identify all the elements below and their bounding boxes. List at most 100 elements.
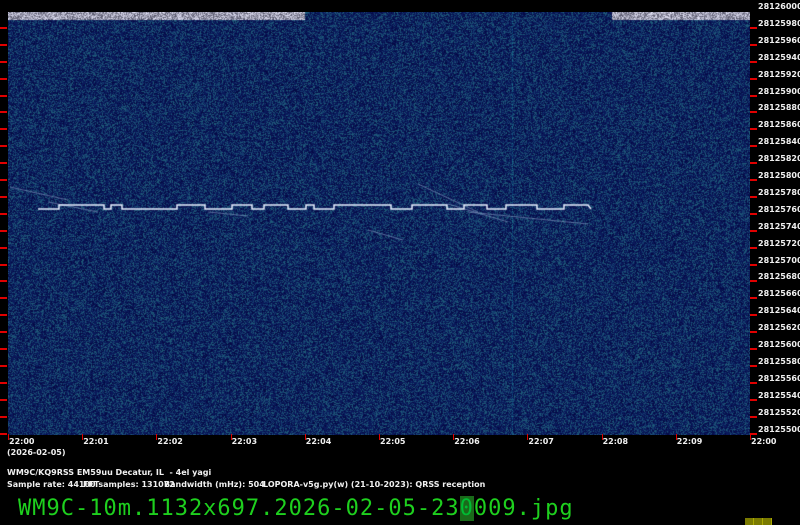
frequency-tick [0,432,7,435]
time-label: 22:03 [231,437,258,446]
time-label: 22:06 [454,437,480,446]
frequency-tick [750,162,757,165]
frequency-label: 28125760 [758,204,800,214]
bandwidth: Bandwidth (mHz): 504 [164,480,265,489]
frequency-label: 28125680 [758,272,800,282]
frequency-tick [750,263,757,266]
frequency-label: 28125580 [758,356,800,366]
frequency-tick [750,145,757,148]
spectrogram-waterfall [8,12,750,435]
frequency-label: 28125660 [758,289,800,299]
time-label: 22:09 [676,437,703,446]
frequency-tick [0,26,7,29]
time-label: 22:08 [602,437,629,446]
frequency-label: 28125540 [758,390,800,400]
frequency-label: 28125840 [758,137,800,147]
frequency-tick [0,94,7,97]
station-info: WM9C/KQ9RSS EM59uu Decatur, IL - 4el yag… [7,468,212,477]
frequency-tick [0,111,7,114]
frequency-tick [0,145,7,148]
frequency-label: 28125640 [758,306,800,316]
status-box [754,518,763,525]
frequency-label: 28125920 [758,69,800,79]
status-box [763,518,772,525]
filename-prefix: WM9C-10m.1132x697.2026-02-05-23 [18,496,460,521]
time-label: 22:05 [380,437,406,446]
frequency-label: 28125780 [758,187,800,197]
frequency-tick [750,229,757,232]
frequency-label: 28125500 [758,424,800,434]
frequency-tick [750,246,757,249]
time-label: 22:02 [157,437,183,446]
frequency-tick [0,212,7,215]
frequency-tick [0,229,7,232]
frequency-label: 28126000 [758,2,800,11]
frequency-tick [0,314,7,317]
frequency-tick [0,364,7,367]
frequency-tick [0,331,7,334]
frequency-tick [0,263,7,266]
filename-banner: WM9C-10m.1132x697.2026-02-05-230009.jpg [18,496,574,521]
frequency-tick [0,77,7,80]
frequency-tick [750,26,757,29]
frequency-tick [750,280,757,283]
status-box [745,518,754,525]
frequency-label: 28125980 [758,18,800,28]
frequency-label: 28125700 [758,255,800,265]
frequency-tick [750,212,757,215]
frequency-tick [0,43,7,46]
frequency-label: 28125720 [758,238,800,248]
filename-suffix: 009.jpg [473,496,574,521]
frequency-tick [750,314,757,317]
frequency-tick [750,128,757,131]
frequency-tick [0,280,7,283]
time-label: 22:01 [83,437,109,446]
date-label: (2026-02-05) [7,448,66,457]
time-label: 22:07 [528,437,554,446]
text-cursor: 0 [459,496,474,521]
frequency-tick [750,364,757,367]
frequency-tick [0,398,7,401]
frequency-label: 28125960 [758,35,800,45]
frequency-label: 28125820 [758,154,800,164]
frequency-tick [750,77,757,80]
frequency-label: 28125600 [758,340,800,349]
frequency-tick [0,415,7,418]
frequency-tick [0,297,7,300]
frequency-tick [0,128,7,131]
frequency-tick [0,246,7,249]
frequency-label: 28125940 [758,52,800,62]
software-info: LOPORA-v5g.py(w) (21-10-2023): QRSS rece… [263,480,486,489]
frequency-tick [750,195,757,198]
time-label: 22:00 [751,437,777,446]
frequency-tick [0,381,7,384]
frequency-label: 28125620 [758,323,800,333]
time-label: 22:00 [9,437,35,446]
frequency-tick [750,381,757,384]
frequency-label: 28125560 [758,373,800,383]
frequency-tick [0,179,7,181]
frequency-tick [750,415,757,418]
frequency-label: 28125900 [758,86,800,96]
frequency-label: 28125860 [758,120,800,130]
frequency-label: 28125880 [758,103,800,113]
frequency-tick [750,398,757,401]
frequency-tick [0,348,7,350]
frequency-label: 28125740 [758,221,800,231]
frequency-tick [750,331,757,334]
frequency-tick [0,60,7,63]
frequency-tick [750,432,757,435]
frequency-tick [0,195,7,198]
fft-samples: FFTsamples: 131072 [83,480,175,489]
frequency-tick [750,297,757,300]
frequency-tick [750,348,757,350]
frequency-label: 28125800 [758,171,800,180]
frequency-tick [750,60,757,63]
frequency-tick [750,179,757,181]
time-label: 22:04 [305,437,332,446]
frequency-tick [0,162,7,165]
frequency-tick [750,111,757,114]
frequency-tick [750,43,757,46]
frequency-label: 28125520 [758,407,800,417]
frequency-tick [750,94,757,97]
